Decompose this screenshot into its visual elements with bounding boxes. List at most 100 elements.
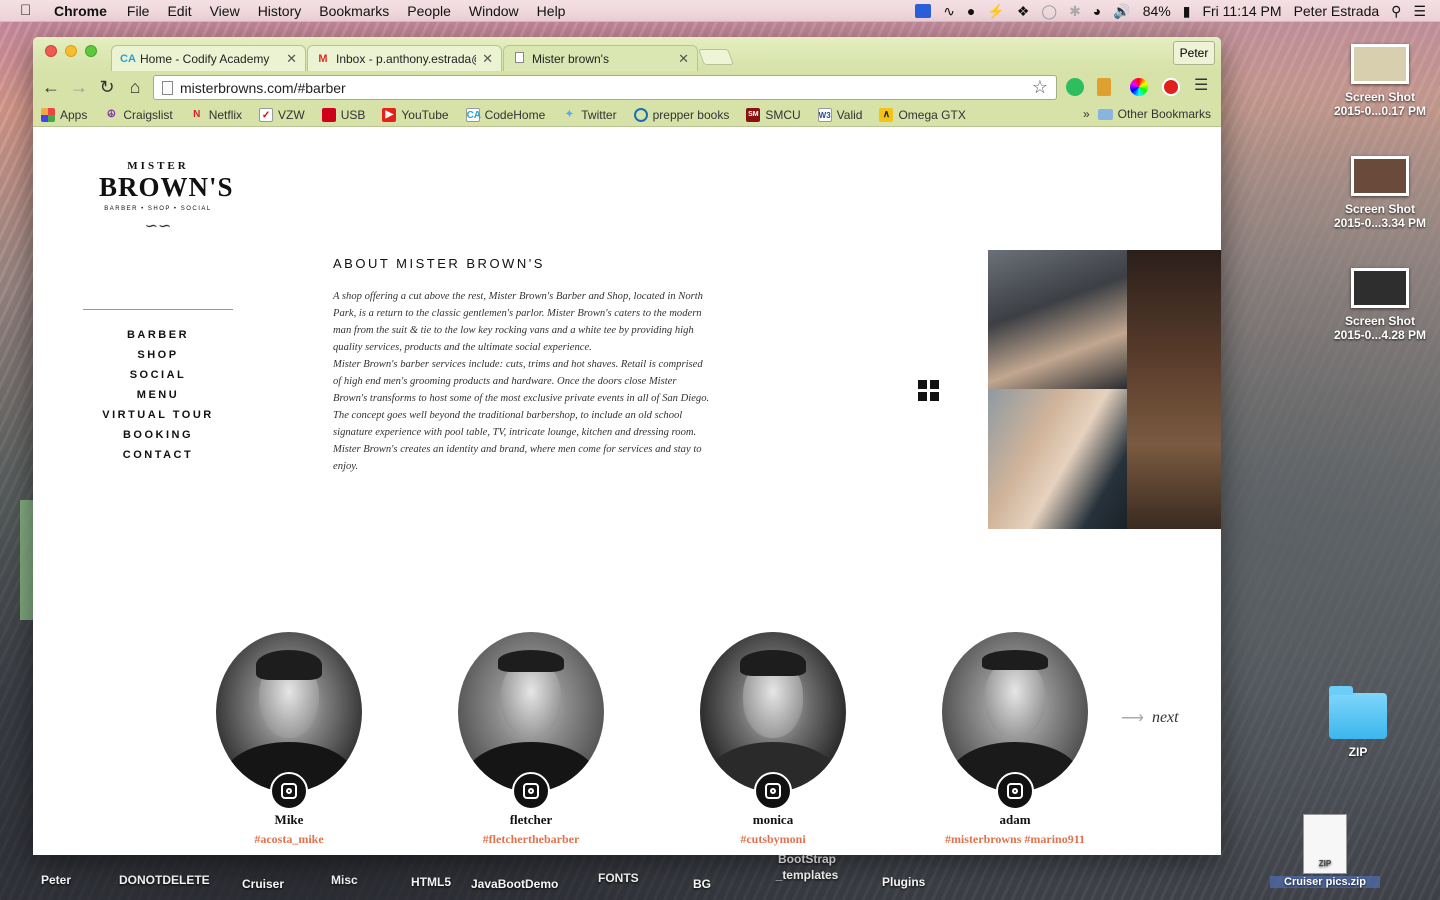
minimize-window-button[interactable]: [65, 45, 77, 57]
desktop-screenshot-3[interactable]: Screen Shot 2015-0...4.28 PM: [1325, 268, 1435, 342]
bookmark-label: Twitter: [581, 107, 617, 122]
address-bar[interactable]: misterbrowns.com/#barber ☆: [153, 75, 1057, 100]
menu-people[interactable]: People: [407, 3, 451, 19]
nav-menu[interactable]: MENU: [83, 388, 233, 408]
dropbox-icon[interactable]: ❖: [1017, 3, 1030, 20]
bookmark-codehome[interactable]: CA CodeHome: [465, 107, 545, 122]
bookmark-smcu[interactable]: SM SMCU: [746, 107, 801, 122]
forward-icon[interactable]: →: [65, 77, 93, 98]
desktop-folder-javabootdemo[interactable]: JavaBootDemo: [471, 877, 558, 891]
zip-file-badge: ZIP: [1318, 859, 1332, 868]
bookmark-vzw[interactable]: ✓ VZW: [259, 107, 305, 122]
color-picker-extension-icon[interactable]: [1130, 78, 1148, 96]
apple-menu-icon[interactable]: : [20, 2, 38, 19]
desktop-folder-donotdelete[interactable]: DONOTDELETE: [119, 873, 210, 887]
volume-icon[interactable]: 🔊: [1113, 3, 1130, 20]
bookmark-valid[interactable]: W3 Valid: [817, 107, 862, 122]
close-tab-icon[interactable]: ✕: [678, 51, 689, 67]
ruler-extension-icon[interactable]: [1097, 78, 1111, 96]
nav-virtual-tour[interactable]: VIRTUAL TOUR: [83, 408, 233, 428]
desktop-zip-folder[interactable]: ZIP: [1303, 686, 1413, 759]
close-window-button[interactable]: [45, 45, 57, 57]
balloon-icon[interactable]: ●: [967, 3, 975, 19]
close-tab-icon[interactable]: ✕: [482, 51, 493, 67]
back-icon[interactable]: ←: [37, 77, 65, 98]
bookmark-prepper-books[interactable]: prepper books: [633, 107, 729, 122]
bookmark-youtube[interactable]: ▶ YouTube: [382, 107, 449, 122]
desktop-folder-bootstrap-templates[interactable]: BootStrap _templates: [772, 851, 842, 883]
menu-bookmarks[interactable]: Bookmarks: [319, 3, 389, 19]
menu-help[interactable]: Help: [537, 3, 566, 19]
tab-codify[interactable]: CA Home - Codify Academy ✕: [111, 45, 306, 71]
site-logo[interactable]: MISTER BROWN'S BARBER • SHOP • SOCIAL ∽∽: [99, 160, 233, 236]
nav-contact[interactable]: CONTACT: [83, 448, 233, 468]
file-name-line1: Screen Shot: [1344, 90, 1416, 104]
menu-edit[interactable]: Edit: [167, 3, 191, 19]
instagram-icon[interactable]: [512, 772, 550, 810]
bookmark-usb[interactable]: USB: [321, 107, 365, 122]
adblock-extension-icon[interactable]: [1162, 78, 1180, 96]
new-tab-button[interactable]: [698, 49, 734, 65]
nav-barber[interactable]: BARBER: [83, 328, 233, 348]
close-tab-icon[interactable]: ✕: [286, 51, 297, 67]
team-next-button[interactable]: ⟶ next: [1121, 708, 1179, 728]
desktop-zip-file[interactable]: ZIP Cruiser pics.zip: [1270, 814, 1380, 888]
desktop-folder-fonts[interactable]: FONTS: [598, 871, 639, 885]
instagram-handle-link[interactable]: #fletcherthebarber: [458, 832, 604, 847]
home-icon[interactable]: ⌂: [121, 77, 149, 98]
bookmark-omega-gtx[interactable]: ∧ Omega GTX: [879, 107, 966, 122]
desktop-folder-bg[interactable]: BG: [693, 877, 711, 891]
desktop-folder-plugins[interactable]: Plugins: [882, 875, 925, 889]
bookmark-twitter[interactable]: ✦ Twitter: [562, 107, 617, 122]
profile-button[interactable]: Peter: [1173, 41, 1215, 65]
instagram-handle-link[interactable]: #misterbrowns #marino911: [942, 832, 1088, 847]
menu-file[interactable]: File: [127, 3, 150, 19]
tab-mister-browns[interactable]: Mister brown's ✕: [503, 45, 698, 71]
instagram-icon[interactable]: [996, 772, 1034, 810]
menu-view[interactable]: View: [210, 3, 240, 19]
notification-center-icon[interactable]: ☰: [1413, 3, 1426, 20]
bookmark-apps[interactable]: Apps: [41, 107, 87, 122]
other-bookmarks[interactable]: Other Bookmarks: [1097, 107, 1211, 121]
menu-app-name[interactable]: Chrome: [54, 3, 107, 19]
instagram-icon[interactable]: [754, 772, 792, 810]
page-info-icon[interactable]: [162, 81, 173, 95]
bookmarks-overflow-chevron[interactable]: »: [1083, 107, 1090, 121]
clock[interactable]: Fri 11:14 PM: [1202, 3, 1281, 19]
bookmark-netflix[interactable]: N Netflix: [190, 108, 242, 122]
menu-window[interactable]: Window: [469, 3, 519, 19]
desktop-folder-misc[interactable]: Misc: [331, 873, 358, 887]
wifi-icon[interactable]: ◕: [1093, 3, 1101, 19]
bookmark-craigslist[interactable]: ☮ Craigslist: [104, 108, 173, 122]
desktop-folder-peter[interactable]: Peter: [41, 873, 71, 887]
spotlight-icon[interactable]: ⚲: [1391, 3, 1401, 20]
evernote-extension-icon[interactable]: [1066, 78, 1084, 96]
zoom-window-button[interactable]: [85, 45, 97, 57]
photo-collage[interactable]: [988, 250, 1221, 529]
nav-booking[interactable]: BOOKING: [83, 428, 233, 448]
tab-inbox[interactable]: M Inbox - p.anthony.estrada@ ✕: [307, 45, 502, 71]
bookmark-star-icon[interactable]: ☆: [1032, 77, 1048, 98]
bluetooth-icon[interactable]: ✱: [1069, 3, 1081, 20]
bolt-icon[interactable]: ⚡: [987, 3, 1004, 20]
instagram-handle-link[interactable]: #acosta_mike: [216, 832, 362, 847]
user-name[interactable]: Peter Estrada: [1294, 3, 1380, 19]
chrome-menu-icon[interactable]: ☰: [1194, 75, 1212, 94]
instagram-handle-link[interactable]: #cutsbymoni: [700, 832, 846, 847]
desktop-folder-cruiser[interactable]: Cruiser: [242, 877, 284, 891]
nav-shop[interactable]: SHOP: [83, 348, 233, 368]
gallery-grid-icon[interactable]: [918, 380, 939, 401]
reload-icon[interactable]: ↻: [93, 77, 121, 98]
instagram-icon[interactable]: [270, 772, 308, 810]
desktop-screenshot-1[interactable]: Screen Shot 2015-0...0.17 PM: [1325, 44, 1435, 118]
desktop-folder-html5[interactable]: HTML5: [411, 875, 451, 889]
docs-icon[interactable]: [915, 4, 932, 18]
battery-icon[interactable]: ▮: [1183, 3, 1191, 20]
menu-history[interactable]: History: [258, 3, 302, 19]
nav-social[interactable]: SOCIAL: [83, 368, 233, 388]
battery-percent[interactable]: 84%: [1143, 3, 1171, 19]
desktop-screenshot-2[interactable]: Screen Shot 2015-0...3.34 PM: [1325, 156, 1435, 230]
tab-title: Home - Codify Academy: [140, 51, 270, 66]
vine-icon[interactable]: ∿: [943, 3, 955, 20]
time-machine-icon[interactable]: ◯: [1041, 3, 1057, 20]
